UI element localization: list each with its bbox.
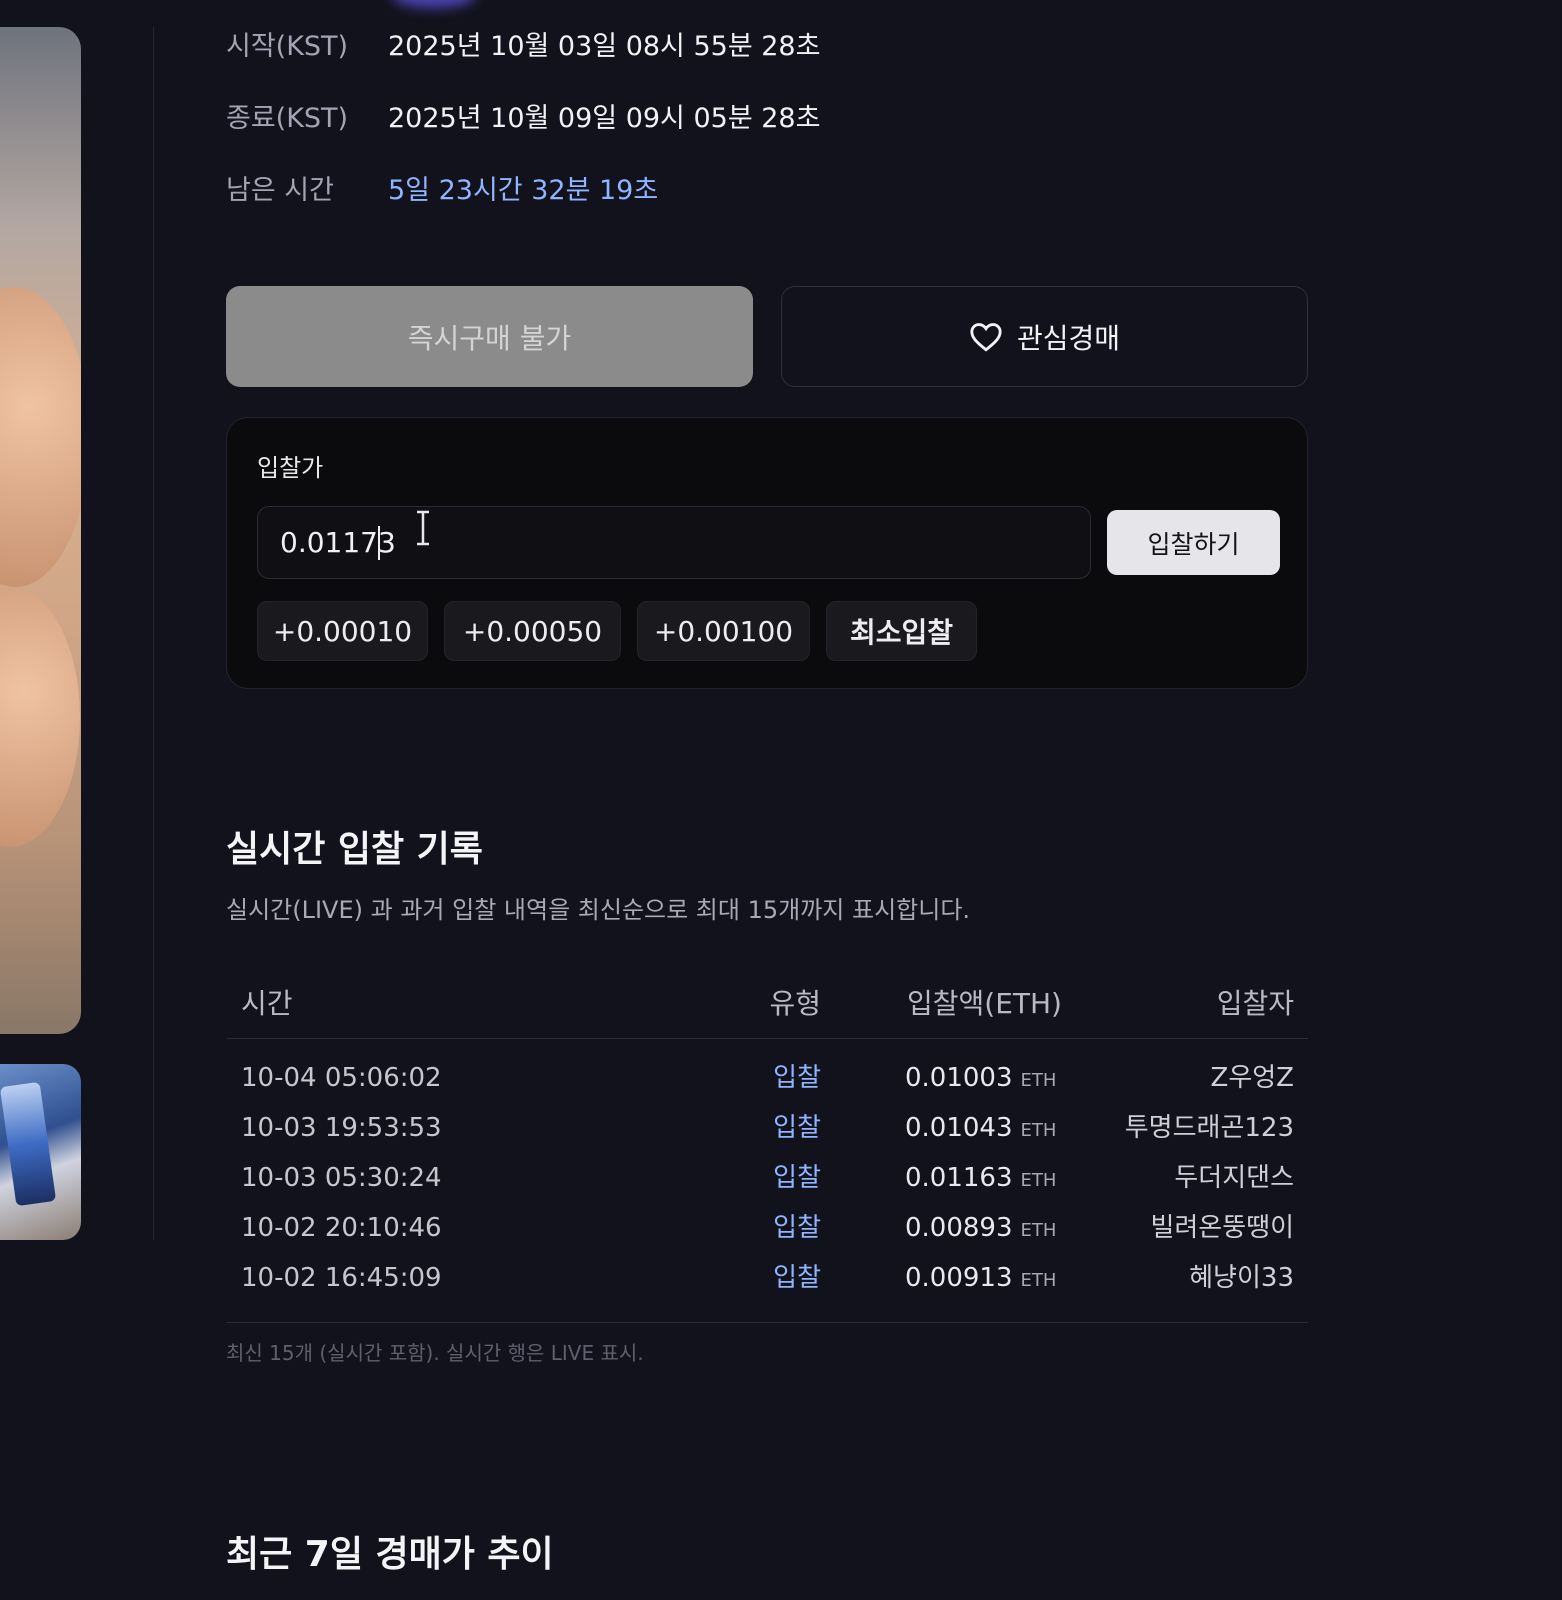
bid-history-description: 실시간(LIVE) 과 과거 입찰 내역을 최신순으로 최대 15개까지 표시합… <box>226 896 971 924</box>
decorative-glow <box>392 0 476 8</box>
bid-history-table: 시간 유형 입찰액(ETH) 입찰자 10-04 05:06:02 입찰 0.0… <box>226 970 1308 1323</box>
column-header-bidder: 입찰자 <box>1216 987 1294 1020</box>
bid-amount: 0.01003 ETH <box>905 1058 1056 1101</box>
watchlist-button[interactable]: 관심경매 <box>781 286 1308 387</box>
bid-time: 10-02 20:10:46 <box>241 1213 442 1243</box>
column-header-type: 유형 <box>769 987 821 1020</box>
table-row: 10-03 05:30:24 입찰 0.01163 ETH 두더지댄스 <box>226 1158 1308 1208</box>
increment-button[interactable]: +0.00050 <box>444 601 621 661</box>
bid-type: 입찰 <box>773 1163 821 1193</box>
image-detail <box>0 587 80 847</box>
increment-button[interactable]: +0.00010 <box>257 601 428 661</box>
bid-amount-unit: ETH <box>1020 1270 1057 1291</box>
bid-amount-value: 0.00913 <box>905 1263 1013 1293</box>
text-cursor-icon <box>417 510 429 546</box>
min-bid-button[interactable]: 최소입찰 <box>826 601 977 661</box>
remaining-time-value: 5일 23시간 32분 19초 <box>388 175 659 206</box>
increment-button[interactable]: +0.00100 <box>637 601 810 661</box>
table-row: 10-02 20:10:46 입찰 0.00893 ETH 빌려온뚱땡이 <box>226 1208 1308 1258</box>
bid-amount: 0.00893 ETH <box>905 1208 1056 1251</box>
bid-amount: 0.01163 ETH <box>905 1158 1056 1201</box>
column-header-time: 시간 <box>241 987 293 1020</box>
end-time-value: 2025년 10월 09일 09시 05분 28초 <box>388 103 821 134</box>
start-time-value: 2025년 10월 03일 08시 55분 28초 <box>388 31 821 62</box>
column-header-amount: 입찰액(ETH) <box>907 987 1062 1020</box>
main-product-image[interactable] <box>0 27 81 1034</box>
table-row: 10-04 05:06:02 입찰 0.01003 ETH Z우엉Z <box>226 1058 1308 1108</box>
divider <box>153 27 154 1240</box>
bid-amount-unit: ETH <box>1020 1170 1057 1191</box>
bid-price-input[interactable] <box>257 506 1091 579</box>
bid-price-label: 입찰가 <box>257 454 324 482</box>
image-detail <box>0 287 81 587</box>
bid-history-footnote: 최신 15개 (실시간 포함). 실시간 행은 LIVE 표시. <box>226 1341 644 1365</box>
bid-time: 10-04 05:06:02 <box>241 1063 442 1093</box>
thumbnail-card <box>0 1081 57 1207</box>
table-body: 10-04 05:06:02 입찰 0.01003 ETH Z우엉Z 10-03 … <box>226 1039 1308 1323</box>
bid-panel: 입찰가 입찰하기 +0.00010 +0.00050 +0.00100 최소입찰 <box>226 417 1308 689</box>
bid-type: 입찰 <box>773 1113 821 1143</box>
price-trend-title: 최근 7일 경매가 추이 <box>226 1534 554 1575</box>
bid-amount-value: 0.01043 <box>905 1113 1013 1143</box>
bid-type: 입찰 <box>773 1213 821 1243</box>
bid-amount-value: 0.01003 <box>905 1063 1013 1093</box>
buy-now-button[interactable]: 즉시구매 불가 <box>226 286 753 387</box>
bid-time: 10-03 05:30:24 <box>241 1163 442 1193</box>
bid-type: 입찰 <box>773 1263 821 1293</box>
table-header: 시간 유형 입찰액(ETH) 입찰자 <box>226 970 1308 1039</box>
product-thumbnail[interactable] <box>0 1064 81 1240</box>
heart-icon <box>970 322 1002 352</box>
bid-amount-value: 0.01163 <box>905 1163 1013 1193</box>
bidder-name: Z우엉Z <box>1210 1063 1294 1093</box>
bid-amount-unit: ETH <box>1020 1120 1057 1141</box>
bidder-name: 혜냥이33 <box>1189 1263 1294 1293</box>
table-row: 10-03 19:53:53 입찰 0.01043 ETH 투명드래곤123 <box>226 1108 1308 1158</box>
remaining-time-label: 남은 시간 <box>226 175 334 206</box>
text-caret <box>378 526 380 560</box>
bid-time: 10-03 19:53:53 <box>241 1113 442 1143</box>
bid-type: 입찰 <box>773 1063 821 1093</box>
bid-amount-unit: ETH <box>1020 1070 1057 1091</box>
bid-history-title: 실시간 입찰 기록 <box>226 829 483 870</box>
bidder-name: 빌려온뚱땡이 <box>1150 1213 1294 1243</box>
start-time-label: 시작(KST) <box>226 31 349 62</box>
bid-amount: 0.00913 ETH <box>905 1258 1056 1301</box>
bid-amount-unit: ETH <box>1020 1220 1057 1241</box>
table-row: 10-02 16:45:09 입찰 0.00913 ETH 혜냥이33 <box>226 1258 1308 1308</box>
watchlist-label: 관심경매 <box>1016 321 1121 355</box>
bidder-name: 투명드래곤123 <box>1124 1113 1294 1143</box>
bid-time: 10-02 16:45:09 <box>241 1263 442 1293</box>
end-time-label: 종료(KST) <box>226 103 349 134</box>
place-bid-button[interactable]: 입찰하기 <box>1107 510 1280 575</box>
bid-amount: 0.01043 ETH <box>905 1108 1056 1151</box>
bidder-name: 두더지댄스 <box>1174 1163 1294 1193</box>
bid-amount-value: 0.00893 <box>905 1213 1013 1243</box>
